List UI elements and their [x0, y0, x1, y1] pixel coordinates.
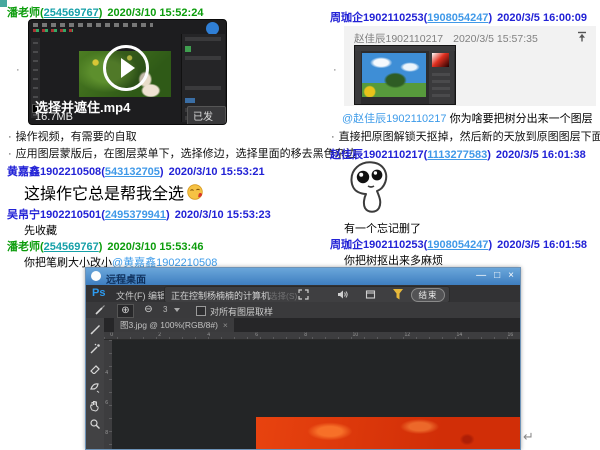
message-time: 2020/3/10 15:53:21	[169, 166, 265, 178]
quoted-image-thumbnail[interactable]	[354, 45, 456, 105]
document-tab[interactable]: 图3.jpg @ 100%(RGB/8#)×	[114, 318, 234, 332]
zoom-out-button[interactable]: ⊖	[141, 304, 156, 316]
return-mark: ↵	[523, 429, 534, 445]
message-time: 2020/3/5 16:00:09	[497, 12, 587, 24]
quoted-message-box[interactable]: 赵佳辰19021102172020/3/5 15:57:35	[344, 26, 596, 106]
video-filesize: 16.7MB	[35, 111, 73, 123]
qq-number-link[interactable]: 1113277583	[427, 149, 487, 161]
photoshop-toolbar	[86, 318, 105, 449]
photoshop-options-bar: ⊕ ⊖ 3 对所有图层取样	[86, 302, 520, 319]
filter-funnel-icon[interactable]	[392, 288, 403, 299]
sample-all-layers-label: 对所有图层取样	[210, 305, 273, 318]
message-time: 2020/3/5 16:01:38	[496, 149, 586, 161]
quoted-header: 赵佳辰19021102172020/3/5 15:57:35	[354, 31, 538, 46]
remote-desktop-icon	[91, 271, 101, 281]
at-mention[interactable]: @赵佳辰1902110217	[342, 113, 447, 125]
qq-number-link[interactable]: 1908054247	[427, 12, 488, 24]
document-tab-row: 图3.jpg @ 100%(RGB/8#)×	[104, 318, 520, 332]
video-message-card[interactable]: 选择并遮住.mp4 16.7MB 已发送	[28, 19, 227, 125]
pen-tool-icon[interactable]	[89, 380, 101, 393]
qq-number-link[interactable]: 1908054247	[427, 239, 488, 251]
photoshop-canvas[interactable]	[112, 340, 520, 449]
sender-name: 周珈企1902110253	[330, 239, 424, 251]
qq-number-link[interactable]: 254569767	[44, 7, 99, 19]
corner-artifact	[0, 0, 7, 7]
image-bullet: ·	[333, 64, 337, 76]
sender-name: 周珈企1902110253	[330, 12, 424, 24]
message-header-zhou-1: 周珈企1902110253(1908054247)2020/3/5 16:00:…	[330, 9, 587, 25]
message-header-teacher-1: 潘老师(254569767)2020/3/10 15:52:24	[7, 4, 203, 20]
message-text-large: 这操作它总是帮我全选	[24, 180, 204, 204]
chevron-down-icon[interactable]	[174, 308, 180, 312]
remote-control-status: 正在控制杨楠楠的计算机	[171, 289, 270, 302]
menu-file[interactable]: 文件(F)	[116, 289, 146, 302]
color-picker-panel	[429, 51, 454, 104]
photoshop-logo: Ps	[92, 287, 105, 299]
image-bullet: ·	[16, 64, 20, 76]
minimize-button[interactable]: —	[476, 270, 486, 281]
note-line: ·直接把原图解锁天抠掉，然后新的天放到原图图层下面去不	[331, 128, 600, 144]
qq-number-link[interactable]: 2495379941	[105, 209, 166, 221]
brush-tool-icon[interactable]	[89, 323, 101, 336]
play-button[interactable]	[103, 45, 149, 91]
message-header-student-huang: 黄嘉鑫1902210508(543132705)2020/3/10 15:53:…	[7, 163, 265, 179]
ps-menubar-strip	[33, 23, 153, 27]
zoom-tool-icon[interactable]	[89, 418, 101, 431]
layer-thumb-blue	[185, 98, 195, 103]
message-text: 你把树抠出来多麻烦	[344, 252, 443, 268]
qq-number-link[interactable]: 543132705	[105, 166, 160, 178]
message-header-teacher-2: 潘老师(254569767)2020/3/10 15:53:46	[7, 238, 203, 254]
sender-name: 吴帛宁1902210501	[7, 209, 101, 221]
kiss-emoji-icon	[187, 184, 204, 201]
ps-menu-dots	[33, 29, 73, 32]
tolerance-value: 3	[163, 305, 167, 314]
meme-sticker-image[interactable]	[344, 158, 398, 216]
message-time: 2020/3/10 15:53:23	[175, 209, 271, 221]
sky-tree-photo	[362, 53, 426, 97]
sender-name: 潘老师	[7, 241, 40, 253]
fullscreen-icon[interactable]	[298, 289, 309, 300]
photoshop-menubar: Ps 文件(F) 编辑(E) 正在控制杨楠楠的计算机 选择(S) 滤镜(T)	[86, 285, 520, 303]
canvas-image-orange	[256, 417, 520, 449]
remote-control-toolbar: 正在控制杨楠楠的计算机 选择(S) 滤镜(T)	[164, 286, 450, 303]
color-field-red	[432, 53, 449, 67]
sent-status-badge: 已发送	[187, 106, 226, 125]
active-tool-icon	[94, 304, 106, 316]
eraser-tool-icon[interactable]	[89, 361, 101, 374]
window-switch-icon[interactable]	[365, 289, 376, 300]
message-time: 2020/3/10 15:52:24	[107, 7, 203, 19]
close-button[interactable]: ×	[508, 270, 514, 281]
message-header-zhou-2: 周珈企1902110253(1908054247)2020/3/5 16:01:…	[330, 236, 587, 252]
sender-name: 潘老师	[7, 7, 40, 19]
history-brush-tool-icon[interactable]	[89, 342, 101, 355]
window-title-bar[interactable]: 远程桌面 — □ ×	[86, 268, 520, 285]
message-header-student-wu: 吴帛宁1902210501(2495379941)2020/3/10 15:53…	[7, 206, 271, 222]
play-icon	[121, 58, 135, 78]
tab-close-icon[interactable]: ×	[223, 320, 228, 330]
message-time: 2020/3/5 16:01:58	[497, 239, 587, 251]
zoom-in-button[interactable]: ⊕	[117, 304, 134, 318]
sender-name: 黄嘉鑫1902210508	[7, 166, 101, 178]
qq-number-link[interactable]: 254569767	[44, 241, 99, 253]
remote-desktop-window: 远程桌面 — □ × Ps 文件(F) 编辑(E) 正在控制杨楠楠的计算机 选择…	[85, 267, 521, 450]
note-line: ·操作视频，有需要的自取	[8, 128, 137, 144]
jump-to-top-icon[interactable]	[576, 31, 588, 43]
sample-all-layers-checkbox[interactable]	[196, 306, 206, 316]
message-time: 2020/3/10 15:53:46	[107, 241, 203, 253]
message-text: 先收藏	[24, 222, 57, 238]
message-text-with-mention: @赵佳辰1902110217 你为啥要把树分出来一个图层	[342, 110, 593, 126]
note-line: ·应用图层蒙版后，在图层菜单下，选择修边，选择里面的移去黑色杂边	[8, 145, 357, 161]
hand-tool-icon[interactable]	[89, 399, 101, 412]
speaker-icon[interactable]	[337, 289, 348, 300]
maximize-button[interactable]: □	[494, 270, 500, 281]
faint-menu-items: 选择(S) 滤镜(T)	[269, 290, 297, 302]
window-title: 远程桌面	[106, 271, 146, 286]
message-text: 有一个忘记删了	[344, 220, 421, 236]
end-control-button[interactable]: 结束	[411, 288, 445, 302]
layer-thumb-green	[185, 46, 191, 52]
horizontal-ruler: 0246810121416	[104, 332, 520, 340]
